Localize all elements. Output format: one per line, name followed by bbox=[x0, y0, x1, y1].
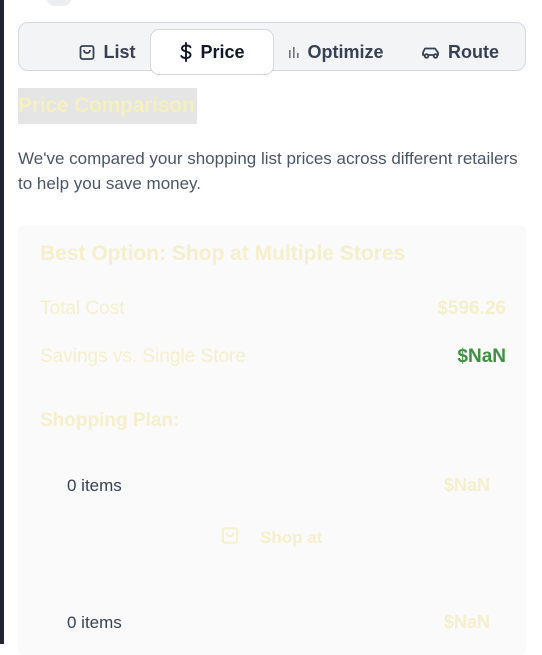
tab-list-label: List bbox=[103, 41, 136, 62]
shop-at-label: Shop at bbox=[260, 527, 323, 547]
savings-value: $NaN bbox=[457, 346, 506, 367]
tab-optimize-label: Optimize bbox=[307, 41, 384, 62]
savings-label: Savings vs. Single Store bbox=[40, 346, 246, 367]
shopping-bag-icon bbox=[78, 43, 96, 61]
total-cost-value: $596.26 bbox=[437, 298, 506, 319]
page-description: We've compared your shopping list prices… bbox=[18, 149, 518, 193]
shop-at-link[interactable]: Shop at bbox=[220, 525, 322, 550]
store-items-count: 0 items bbox=[67, 613, 122, 632]
store-items-count: 0 items bbox=[67, 476, 122, 495]
tab-price-label: Price bbox=[200, 41, 245, 62]
bar-chart-icon bbox=[288, 45, 300, 59]
top-handle bbox=[46, 0, 72, 6]
dollar-icon bbox=[179, 42, 193, 62]
shopping-bag-icon bbox=[220, 525, 240, 550]
left-rail bbox=[0, 0, 4, 644]
tab-bar: List Price Optimize Route bbox=[18, 22, 526, 75]
page-title: Price Comparison bbox=[18, 88, 197, 124]
store-subtotal: $NaN bbox=[443, 475, 490, 495]
summary-card bbox=[18, 225, 526, 655]
store-subtotal: $NaN bbox=[443, 612, 490, 632]
car-icon bbox=[421, 44, 441, 60]
tab-route[interactable]: Route bbox=[417, 29, 503, 75]
tab-list[interactable]: List bbox=[57, 29, 157, 75]
tab-route-label: Route bbox=[448, 41, 499, 62]
tab-price[interactable]: Price bbox=[150, 29, 274, 75]
total-cost-label: Total Cost bbox=[40, 298, 125, 319]
shopping-plan-title: Shopping Plan: bbox=[40, 410, 180, 431]
best-option-heading: Best Option: Shop at Multiple Stores bbox=[40, 242, 406, 265]
tab-optimize[interactable]: Optimize bbox=[284, 29, 388, 75]
